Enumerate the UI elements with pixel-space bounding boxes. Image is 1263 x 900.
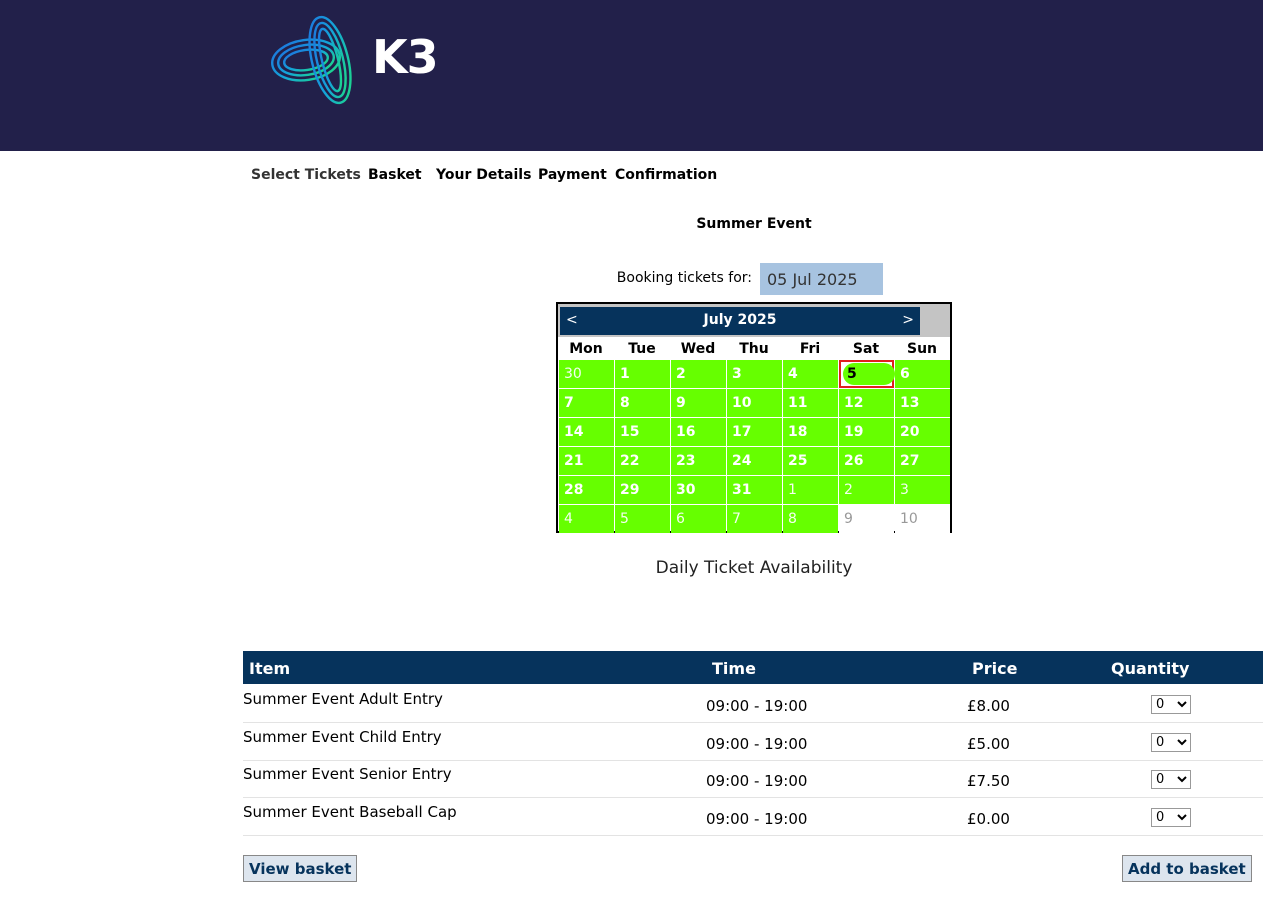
calendar-day-cell[interactable]: 10 <box>895 505 950 533</box>
header-item: Item <box>249 659 291 678</box>
add-to-basket-button[interactable]: Add to basket <box>1122 855 1252 882</box>
calendar-day-cell[interactable]: 15 <box>615 418 670 446</box>
quantity-select[interactable]: 0 <box>1151 695 1191 714</box>
row-item: Summer Event Child Entry <box>243 728 442 746</box>
row-price: £8.00 <box>967 697 1010 715</box>
calendar-weekday-row: Mon Tue Wed Thu Fri Sat Sun <box>558 339 950 359</box>
event-title: Summer Event <box>696 216 812 232</box>
quantity-select[interactable]: 0 <box>1151 770 1191 789</box>
table-row: Summer Event Child Entry 09:00 - 19:00 £… <box>243 723 1263 761</box>
step-select-tickets[interactable]: Select Tickets <box>251 167 361 183</box>
brand-name: K3 <box>372 30 439 84</box>
calendar-day-cell[interactable]: 30 <box>671 476 726 504</box>
view-basket-button[interactable]: View basket <box>243 855 358 882</box>
calendar-day-cell[interactable]: 4 <box>783 360 838 388</box>
weekday-sat: Sat <box>852 341 880 357</box>
table-row: Summer Event Baseball Cap 09:00 - 19:00 … <box>243 798 1263 836</box>
calendar-nav-bar: < July 2025 > <box>560 307 920 335</box>
calendar-day-cell[interactable]: 14 <box>559 418 614 446</box>
table-header: Item Time Price Quantity <box>243 651 1263 684</box>
calendar-day-cell[interactable]: 25 <box>783 447 838 475</box>
calendar-day-cell[interactable]: 11 <box>783 389 838 417</box>
step-confirmation[interactable]: Confirmation <box>615 167 717 183</box>
calendar-day-cell[interactable]: 9 <box>671 389 726 417</box>
booking-date-input[interactable] <box>760 263 883 295</box>
calendar-day-cell[interactable]: 8 <box>615 389 670 417</box>
calendar-day-cell[interactable]: 29 <box>615 476 670 504</box>
calendar-day-cell[interactable]: 12 <box>839 389 894 417</box>
row-time: 09:00 - 19:00 <box>706 772 808 790</box>
next-month-button[interactable]: > <box>902 312 914 328</box>
calendar-day-cell[interactable]: 6 <box>895 360 950 388</box>
calendar-day-cell[interactable]: 20 <box>895 418 950 446</box>
calendar-day-cell[interactable]: 5 <box>839 360 895 388</box>
row-time: 09:00 - 19:00 <box>706 735 808 753</box>
calendar-day-cell[interactable]: 16 <box>671 418 726 446</box>
calendar-day-cell[interactable]: 3 <box>727 360 782 388</box>
weekday-tue: Tue <box>628 341 656 357</box>
availability-label: Daily Ticket Availability <box>655 558 853 578</box>
row-price: £5.00 <box>967 735 1010 753</box>
calendar-day-cell[interactable]: 24 <box>727 447 782 475</box>
calendar-day-cell[interactable]: 1 <box>783 476 838 504</box>
calendar-day-cell[interactable]: 2 <box>671 360 726 388</box>
weekday-thu: Thu <box>739 341 769 357</box>
weekday-wed: Wed <box>680 341 716 357</box>
table-row: Summer Event Senior Entry 09:00 - 19:00 … <box>243 760 1263 798</box>
row-item: Summer Event Adult Entry <box>243 690 443 708</box>
booking-date-label: Booking tickets for: <box>616 270 752 286</box>
calendar-day-cell[interactable]: 7 <box>559 389 614 417</box>
step-payment[interactable]: Payment <box>538 167 607 183</box>
calendar-day-cell[interactable]: 6 <box>671 505 726 533</box>
weekday-mon: Mon <box>569 341 603 357</box>
calendar-day-cell[interactable]: 28 <box>559 476 614 504</box>
quantity-select[interactable]: 0 <box>1151 733 1191 752</box>
calendar-day-cell[interactable]: 3 <box>895 476 950 504</box>
selected-day: 5 <box>843 363 895 385</box>
checkout-steps: Select Tickets Basket Your Details Payme… <box>0 167 1263 187</box>
calendar-day-cell[interactable]: 10 <box>727 389 782 417</box>
calendar-day-cell[interactable]: 8 <box>783 505 838 533</box>
row-time: 09:00 - 19:00 <box>706 810 808 828</box>
weekday-fri: Fri <box>799 341 821 357</box>
step-basket[interactable]: Basket <box>368 167 422 183</box>
date-picker-calendar: < July 2025 > Mon Tue Wed Thu Fri Sat Su… <box>556 302 952 533</box>
row-item: Summer Event Baseball Cap <box>243 803 457 821</box>
header-time: Time <box>712 659 756 678</box>
calendar-header: < July 2025 > <box>558 304 950 337</box>
calendar-day-cell[interactable]: 1 <box>615 360 670 388</box>
calendar-day-cell[interactable]: 19 <box>839 418 894 446</box>
calendar-day-cell[interactable]: 22 <box>615 447 670 475</box>
calendar-day-cell[interactable]: 31 <box>727 476 782 504</box>
weekday-sun: Sun <box>906 341 938 357</box>
row-item: Summer Event Senior Entry <box>243 765 452 783</box>
header-price: Price <box>972 659 1018 678</box>
calendar-day-cell[interactable]: 17 <box>727 418 782 446</box>
step-your-details[interactable]: Your Details <box>436 167 531 183</box>
calendar-day-cell[interactable]: 4 <box>559 505 614 533</box>
calendar-day-cell[interactable]: 27 <box>895 447 950 475</box>
calendar-day-cell[interactable]: 7 <box>727 505 782 533</box>
site-header: K3 <box>0 0 1263 151</box>
calendar-day-cell[interactable]: 2 <box>839 476 894 504</box>
calendar-day-cell[interactable]: 26 <box>839 447 894 475</box>
row-price: £7.50 <box>967 772 1010 790</box>
calendar-day-cell[interactable]: 5 <box>615 505 670 533</box>
table-row: Summer Event Adult Entry 09:00 - 19:00 £… <box>243 685 1263 723</box>
row-time: 09:00 - 19:00 <box>706 697 808 715</box>
calendar-month-title: July 2025 <box>703 312 777 328</box>
calendar-day-cell[interactable]: 18 <box>783 418 838 446</box>
calendar-day-cell[interactable]: 30 <box>559 360 614 388</box>
calendar-day-cell[interactable]: 13 <box>895 389 950 417</box>
row-price: £0.00 <box>967 810 1010 828</box>
quantity-select[interactable]: 0 <box>1151 808 1191 827</box>
header-quantity: Quantity <box>1111 659 1190 678</box>
calendar-day-cell[interactable]: 21 <box>559 447 614 475</box>
calendar-day-cell[interactable]: 9 <box>839 505 894 533</box>
calendar-day-cell[interactable]: 23 <box>671 447 726 475</box>
